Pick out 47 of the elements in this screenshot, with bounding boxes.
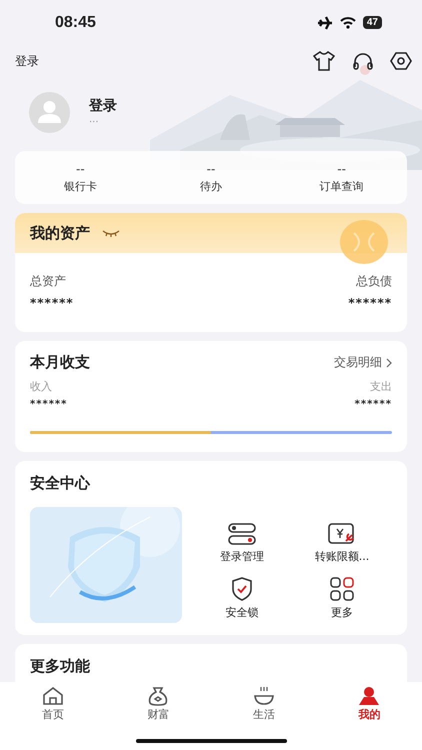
shield-check-icon (231, 577, 253, 601)
income-label: 收入 (30, 379, 52, 394)
income-value: ****** (30, 399, 68, 410)
profile-name[interactable]: 登录 (89, 97, 117, 115)
profile-subtitle: ··· (89, 117, 100, 128)
transactions-link[interactable]: 交易明细 (334, 354, 392, 371)
chevron-right-icon (386, 358, 392, 368)
expense-value: ****** (354, 399, 392, 410)
security-item[interactable]: 更多 (292, 577, 392, 623)
security-item[interactable]: 安全锁 (192, 577, 292, 623)
card-title: 我的资产 (30, 224, 90, 242)
shirt-icon[interactable] (312, 50, 336, 72)
stat-value[interactable]: -- (206, 162, 216, 176)
battery-level: 47 (362, 16, 382, 29)
settings-icon[interactable] (390, 51, 412, 71)
tab[interactable]: 生活 (228, 686, 299, 722)
headset-icon[interactable] (352, 51, 374, 71)
stat-label[interactable]: 待办 (200, 179, 222, 194)
tab[interactable]: 首页 (18, 686, 88, 722)
wifi-icon (340, 16, 356, 28)
expense-label: 支出 (370, 379, 392, 394)
stat-value[interactable]: -- (76, 162, 85, 176)
stat-label[interactable]: 订单查询 (320, 179, 364, 194)
card-title: 安全中心 (30, 474, 90, 492)
total-liabilities-value: ****** (348, 296, 392, 310)
home-icon (42, 686, 64, 706)
tab[interactable]: 财富 (123, 686, 194, 722)
security-item[interactable]: 登录管理 (192, 523, 292, 567)
grid-icon (330, 577, 354, 601)
total-assets-value: ****** (30, 296, 74, 310)
stat-label[interactable]: 银行卡 (64, 179, 97, 194)
status-time: 08:45 (55, 14, 96, 32)
person-icon (358, 686, 380, 706)
security-item[interactable]: 转账限额... (292, 523, 392, 567)
tab[interactable]: 我的 (334, 686, 404, 722)
toggles-icon (228, 523, 256, 545)
login-link[interactable]: 登录 (15, 52, 39, 70)
stat-value[interactable]: -- (337, 162, 346, 176)
airplane-icon (316, 16, 333, 30)
money-bag-icon (147, 686, 170, 706)
coffee-cup-icon (252, 686, 275, 706)
yen-card-icon (328, 523, 356, 545)
card-title: 更多功能 (30, 657, 90, 675)
total-liabilities-label: 总负债 (356, 273, 392, 290)
card-title: 本月收支 (30, 353, 90, 372)
closed-eye-icon[interactable] (102, 229, 120, 237)
total-assets-label: 总资产 (30, 273, 66, 290)
